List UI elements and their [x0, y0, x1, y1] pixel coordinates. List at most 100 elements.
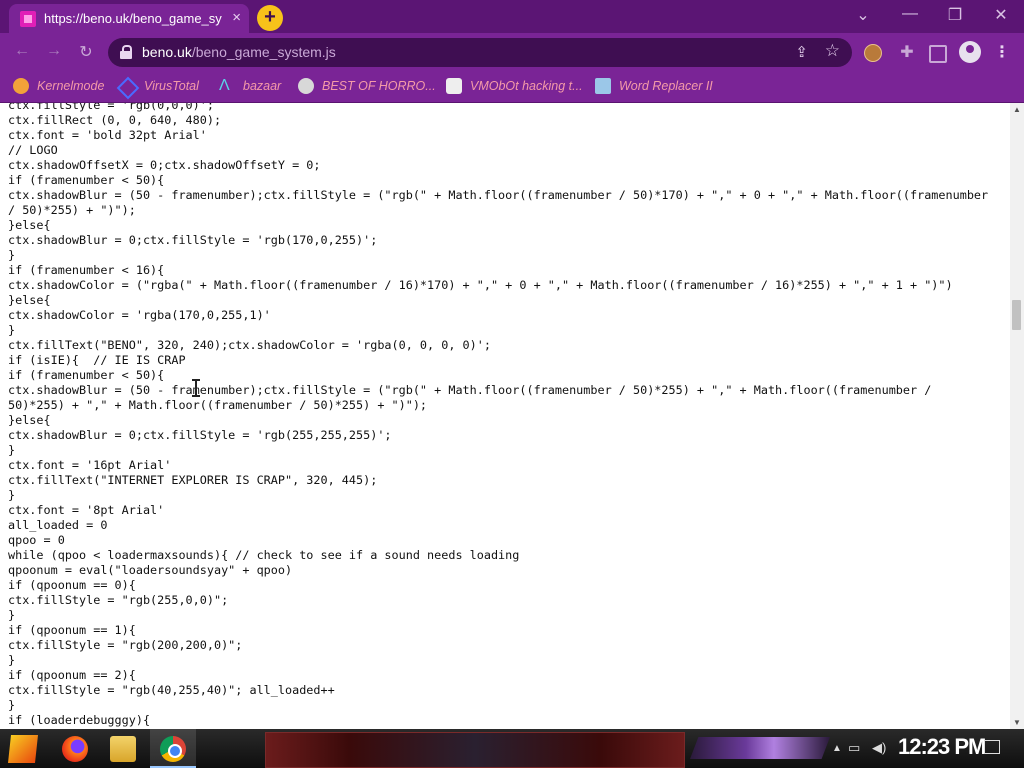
site-favicon-icon: [20, 11, 36, 27]
code-line: ctx.fillStyle = "rgb(40,255,40)"; all_lo…: [8, 683, 335, 697]
file-explorer-icon[interactable]: [110, 736, 136, 762]
back-button[interactable]: ←: [12, 42, 32, 60]
vm-icon: [446, 78, 462, 94]
address-bar[interactable]: beno.uk/beno_game_system.js ⇪ ☆: [108, 38, 852, 67]
code-line: ctx.fillStyle = "rgb(255,0,0)";: [8, 593, 229, 607]
code-line: ctx.fillText("INTERNET EXPLORER IS CRAP"…: [8, 473, 378, 487]
bazaar-icon: Λ: [219, 77, 230, 94]
code-line: ctx.font = 'bold 32pt Arial': [8, 128, 207, 142]
taskbar: ▲ ▭ ◀) 12:23 PM: [0, 729, 1024, 768]
start-button[interactable]: [8, 735, 38, 763]
globe-icon: [298, 78, 314, 94]
code-line: ctx.shadowOffsetX = 0;ctx.shadowOffsetY …: [8, 158, 321, 172]
lock-icon[interactable]: [120, 45, 132, 59]
browser-menu-icon[interactable]: ⋮: [992, 42, 1012, 62]
tab-search-icon[interactable]: ⌄: [848, 5, 878, 25]
taskbar-decoration: [690, 737, 830, 759]
code-line: all_loaded = 0: [8, 518, 108, 532]
code-line: ctx.shadowBlur = (50 - framenumber);ctx.…: [8, 188, 989, 202]
restore-button[interactable]: ❐: [940, 5, 970, 25]
code-line: ctx.fillRect (0, 0, 640, 480);: [8, 113, 222, 127]
minimize-button[interactable]: —: [895, 5, 925, 23]
reload-button[interactable]: ↻: [76, 42, 96, 62]
text-cursor-icon: [192, 379, 200, 397]
code-line: }: [8, 323, 16, 337]
tab-strip: https://beno.uk/beno_game_sy × + ⌄ — ❐ ✕: [0, 0, 1024, 33]
virustotal-icon: [116, 76, 140, 100]
code-line: ctx.fillStyle = 'rgb(0,0,0)';: [8, 103, 214, 112]
code-line: if (loaderdebugggy){: [8, 713, 151, 727]
code-line: ctx.font = '8pt Arial': [8, 503, 165, 517]
network-icon[interactable]: ▭: [848, 740, 860, 756]
code-line: // LOGO: [8, 143, 58, 157]
bookmarks-bar: Kernelmode VirusTotal Λ bazaar BEST OF H…: [0, 71, 1024, 103]
code-line: }else{: [8, 413, 51, 427]
bookmark-label: VMObOt hacking t...: [470, 79, 583, 93]
code-line: qpoo = 0: [8, 533, 65, 547]
bookmark-label: BEST OF HORRO...: [322, 79, 436, 93]
code-line: if (qpoonum == 2){: [8, 668, 136, 682]
scrollbar-thumb[interactable]: [1012, 300, 1021, 330]
extensions-puzzle-icon[interactable]: ✚: [897, 42, 917, 62]
code-line: }: [8, 443, 16, 457]
code-line: ctx.shadowBlur = 0;ctx.fillStyle = 'rgb(…: [8, 233, 378, 247]
address-domain: beno.uk: [142, 44, 192, 60]
share-icon[interactable]: ⇪: [795, 43, 808, 61]
code-line: if (framenumber < 50){: [8, 368, 165, 382]
tab-close-icon[interactable]: ×: [232, 9, 241, 27]
taskbar-clock[interactable]: 12:23 PM: [898, 734, 986, 760]
toolbar: ← → ↻ beno.uk/beno_game_system.js ⇪ ☆ ✚ …: [0, 33, 1024, 71]
chrome-icon[interactable]: [160, 736, 186, 762]
code-line: }else{: [8, 218, 51, 232]
code-line: }: [8, 608, 16, 622]
profile-avatar-icon[interactable]: [959, 41, 981, 63]
scroll-up-icon[interactable]: ▲: [1013, 105, 1021, 114]
kernelmode-icon: [13, 78, 29, 94]
source-code: ctx.fillStyle = 'rgb(0,0,0)'; ctx.fillRec…: [8, 103, 988, 729]
code-line: ctx.shadowBlur = (50 - framenumber);ctx.…: [8, 383, 932, 397]
code-line: ctx.shadowColor = 'rgba(170,0,255,1)': [8, 308, 271, 322]
scroll-down-icon[interactable]: ▼: [1013, 718, 1021, 727]
code-line: }else{: [8, 293, 51, 307]
code-line: if (qpoonum == 0){: [8, 578, 136, 592]
code-line: 50)*255) + "," + Math.floor((framenumber…: [8, 398, 428, 412]
vertical-scrollbar[interactable]: ▲ ▼: [1010, 103, 1024, 729]
code-line: }: [8, 698, 16, 712]
address-url[interactable]: beno.uk/beno_game_system.js: [142, 44, 336, 60]
code-line: ctx.fillStyle = "rgb(200,200,0)";: [8, 638, 243, 652]
code-line: qpoonum = eval("loadersoundsyay" + qpoo): [8, 563, 293, 577]
tab-title: https://beno.uk/beno_game_sy: [44, 11, 222, 26]
code-line: / 50)*255) + ")");: [8, 203, 136, 217]
side-panel-icon[interactable]: [929, 45, 947, 63]
code-line: if (framenumber < 50){: [8, 173, 165, 187]
extension-avatar-icon[interactable]: [864, 44, 882, 62]
code-line: }: [8, 488, 16, 502]
code-line: if (isIE){ // IE IS CRAP: [8, 353, 186, 367]
new-tab-button[interactable]: +: [257, 5, 283, 31]
bookmark-label: Word Replacer II: [619, 79, 713, 93]
volume-icon[interactable]: ◀): [872, 740, 886, 756]
code-line: ctx.fillText("BENO", 320, 240);ctx.shado…: [8, 338, 491, 352]
code-line: if (framenumber < 16){: [8, 263, 165, 277]
close-window-button[interactable]: ✕: [986, 5, 1016, 25]
bookmark-star-icon[interactable]: ☆: [825, 41, 840, 61]
notifications-icon[interactable]: [984, 740, 1000, 754]
word-replacer-icon: [595, 78, 611, 94]
tray-expand-icon[interactable]: ▲: [832, 743, 842, 754]
address-path: /beno_game_system.js: [191, 44, 336, 60]
code-line: ctx.shadowColor = ("rgba(" + Math.floor(…: [8, 278, 953, 292]
code-line: if (qpoonum == 1){: [8, 623, 136, 637]
bookmark-label: Kernelmode: [37, 79, 105, 93]
bookmark-label: bazaar: [243, 79, 282, 93]
code-line: }: [8, 653, 16, 667]
page-content[interactable]: ctx.fillStyle = 'rgb(0,0,0)'; ctx.fillRec…: [0, 103, 1010, 729]
forward-button[interactable]: →: [44, 42, 64, 60]
firefox-icon[interactable]: [62, 736, 88, 762]
code-line: ctx.shadowBlur = 0;ctx.fillStyle = 'rgb(…: [8, 428, 392, 442]
bookmark-label: VirusTotal: [144, 79, 199, 93]
taskbar-window-preview[interactable]: [265, 732, 685, 768]
code-line: while (qpoo < loadermaxsounds){ // check…: [8, 548, 520, 562]
browser-tab[interactable]: https://beno.uk/beno_game_sy ×: [9, 4, 249, 33]
code-line: }: [8, 248, 16, 262]
code-line: ctx.font = '16pt Arial': [8, 458, 172, 472]
